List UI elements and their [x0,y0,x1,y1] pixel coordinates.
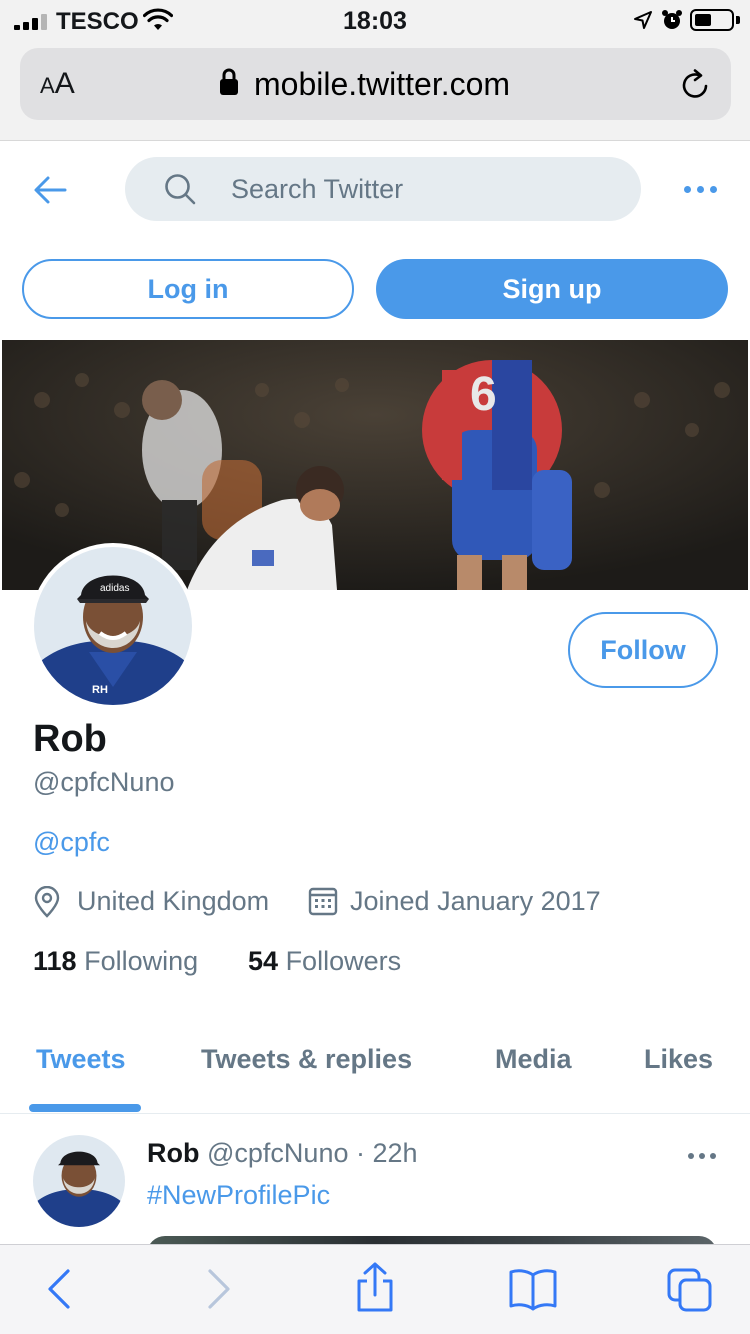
search-bar[interactable] [125,157,641,221]
bookmarks-icon[interactable] [508,1267,558,1311]
svg-text:adidas: adidas [100,583,129,594]
tab-tweets-and-replies[interactable]: Tweets & replies [201,1044,412,1075]
tab-tweets[interactable]: Tweets [36,1044,126,1075]
url-text: mobile.twitter.com [254,66,511,102]
back-arrow-icon[interactable] [33,175,67,205]
active-tab-indicator [29,1104,141,1112]
battery-cap [736,16,740,24]
tweet-author-name[interactable]: Rob [147,1138,199,1168]
profile-tabs: Tweets Tweets & replies Media Likes [0,1028,750,1114]
bio-mention-link[interactable]: @cpfc [33,827,110,858]
lock-icon [220,68,238,95]
tweet-header: Rob @cpfcNuno · 22h [147,1138,418,1169]
status-bar: TESCO 18:03 [0,0,750,40]
profile-joined-date: Joined January 2017 [350,886,601,916]
browser-toolbar [0,1244,750,1334]
following-label: Following [84,946,199,976]
tabs-icon[interactable] [666,1267,714,1313]
tweet-avatar-photo [33,1135,125,1227]
tweet-author-avatar[interactable] [33,1135,125,1227]
alarm-icon [662,10,682,29]
more-options-icon[interactable] [684,186,718,194]
browser-top-bar: AA mobile.twitter.com [0,40,750,141]
tweet-timestamp[interactable]: 22h [373,1138,418,1168]
login-button[interactable]: Log in [22,259,354,319]
profile-avatar[interactable]: adidas RH [30,543,196,709]
tweet-separator: · [356,1138,365,1168]
share-icon[interactable] [354,1261,396,1313]
tweet-author-handle: @cpfcNuno [207,1138,349,1168]
followers-label: Followers [285,946,402,976]
search-input[interactable] [231,169,611,209]
location-arrow-icon [634,11,652,29]
signup-button[interactable]: Sign up [376,259,728,319]
following-count: 118 [33,946,77,976]
calendar-icon [308,887,338,916]
follow-counts: 118 Following 54 Followers [33,946,401,977]
address-bar[interactable]: AA mobile.twitter.com [20,48,731,120]
following-count-link[interactable]: 118 Following [33,946,198,976]
profile-display-name: Rob [33,718,107,760]
tab-likes[interactable]: Likes [644,1044,713,1075]
text-size-button[interactable]: AA [40,67,75,101]
profile-handle: @cpfcNuno [33,767,175,797]
search-icon [165,174,196,205]
follow-button[interactable]: Follow [568,612,718,688]
svg-text:6: 6 [470,368,497,421]
tab-media[interactable]: Media [495,1044,572,1075]
browser-back-icon[interactable] [44,1267,74,1311]
tweet-more-icon[interactable] [688,1153,716,1159]
svg-text:RH: RH [92,684,108,696]
profile-location: United Kingdom [77,886,270,916]
avatar-photo: adidas RH [34,547,192,705]
followers-count-link[interactable]: 54 Followers [248,946,401,977]
followers-count: 54 [248,946,279,976]
tweet-hashtag-link[interactable]: #NewProfilePic [147,1180,330,1211]
battery-icon [690,9,734,31]
browser-forward-icon[interactable] [204,1267,234,1311]
reload-icon[interactable] [679,69,711,101]
location-pin-icon [34,886,60,918]
